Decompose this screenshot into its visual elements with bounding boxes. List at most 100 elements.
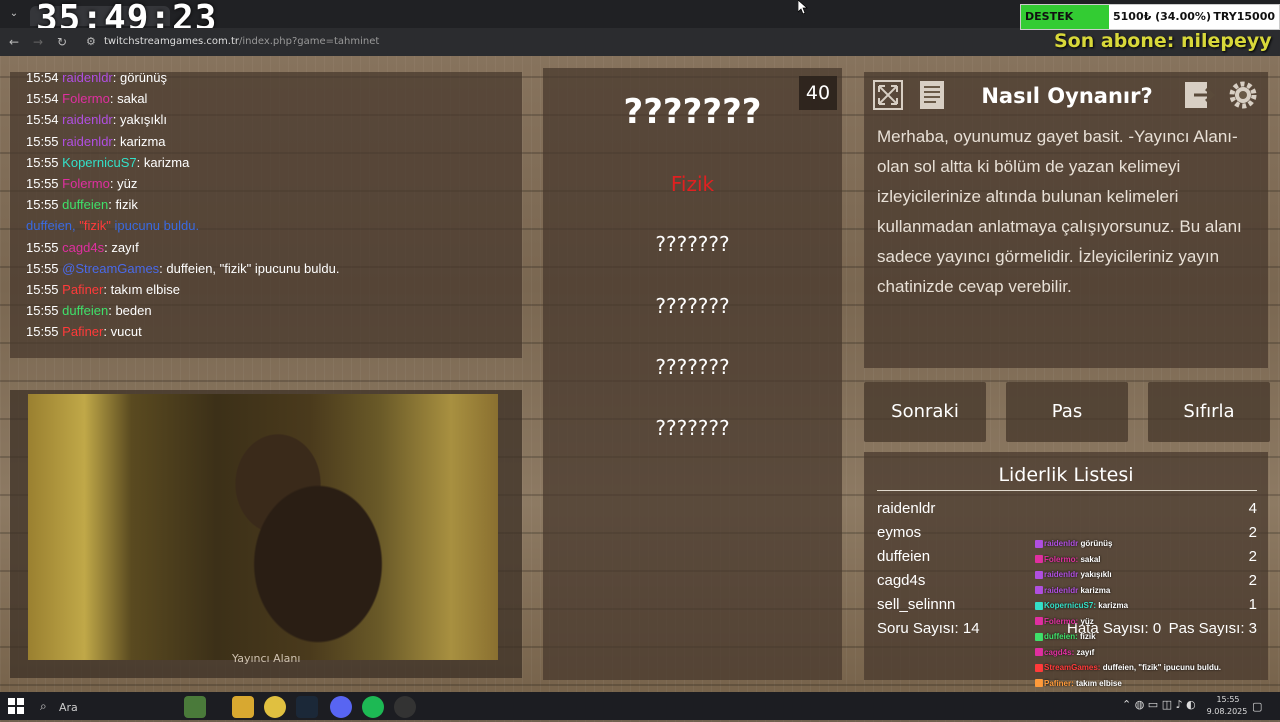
chat-message: 15:54 raidenldr: görünüş xyxy=(10,72,522,88)
chat-username[interactable]: Folermo xyxy=(62,91,110,106)
taskbar-search-box[interactable] xyxy=(34,694,164,718)
taskbar-search-placeholder: Ara xyxy=(59,701,78,714)
windows-start-icon[interactable] xyxy=(8,698,24,714)
search-icon: ⌕ xyxy=(40,699,47,714)
chat-text: sakal xyxy=(117,91,147,106)
steam-icon[interactable] xyxy=(296,696,318,718)
chat-username[interactable]: @StreamGames xyxy=(62,261,159,276)
overlay-chat-username: cagd4s: xyxy=(1044,648,1074,657)
exit-icon[interactable] xyxy=(1182,78,1216,112)
forward-arrow-icon[interactable]: → xyxy=(30,34,46,50)
overlay-chat-message: KopernicuS7: karizma xyxy=(1035,598,1275,614)
spotify-icon[interactable] xyxy=(362,696,384,718)
reset-button[interactable]: Sıfırla xyxy=(1148,382,1270,442)
overlay-chat-username: duffeien: xyxy=(1044,632,1078,641)
chat-timestamp: 15:54 xyxy=(26,72,59,85)
donation-label: DESTEK xyxy=(1025,10,1073,23)
overlay-chat-text: fizik xyxy=(1080,632,1096,641)
chat-timestamp: 15:55 xyxy=(26,261,59,276)
overlay-chat-text: görünüş xyxy=(1080,539,1112,548)
leaderboard-name: duffeien xyxy=(877,548,930,565)
reload-icon[interactable]: ↻ xyxy=(54,34,70,50)
fullscreen-icon[interactable] xyxy=(871,78,905,112)
mouse-cursor-icon xyxy=(798,0,808,14)
chat-username[interactable]: duffeien xyxy=(62,303,108,318)
taskbar-clock-time: 15:55 xyxy=(1210,695,1246,704)
overlay-chat-message: cagd4s: zayıf xyxy=(1035,645,1275,661)
overlay-chat-text: karizma xyxy=(1080,586,1110,595)
url-field[interactable]: twitchstreamgames.com.tr/index.php?game=… xyxy=(104,36,379,47)
obs-icon[interactable] xyxy=(394,696,416,718)
leaderboard-name: eymos xyxy=(877,524,921,541)
overlay-chat-username: KopernicuS7: xyxy=(1044,601,1096,610)
chat-message: 15:55 Pafiner: vucut xyxy=(10,321,522,342)
chat-message: 15:55 @StreamGames: duffeien, "fizik" ip… xyxy=(10,258,522,279)
system-tray[interactable]: ⌃ ◍ ▭ ◫ ♪ ◐ xyxy=(1122,698,1196,711)
document-icon[interactable] xyxy=(915,78,949,112)
chat-badge-icon xyxy=(1035,602,1043,610)
chat-timestamp: 15:54 xyxy=(26,112,59,127)
overlay-chat-username: Folermo: xyxy=(1044,555,1078,564)
chat-message: 15:55 KopernicuS7: karizma xyxy=(10,152,522,173)
overlay-chat-username: raidenldr xyxy=(1044,586,1078,595)
overlay-chat-message: raidenldr görünüş xyxy=(1035,536,1275,552)
chat-badge-icon xyxy=(1035,540,1043,548)
overlay-chat-message: raidenldr karizma xyxy=(1035,583,1275,599)
chat-timestamp: 15:55 xyxy=(26,134,59,149)
chat-badge-icon xyxy=(1035,633,1043,641)
chat-text: beden xyxy=(115,303,151,318)
settings-gear-icon[interactable] xyxy=(1226,78,1260,112)
chat-username[interactable]: raidenldr xyxy=(62,72,113,85)
chat-timestamp: 15:55 xyxy=(26,197,59,212)
chat-timestamp: 15:55 xyxy=(26,176,59,191)
chat-username[interactable]: Pafiner xyxy=(62,282,103,297)
chat-username[interactable]: raidenldr xyxy=(62,112,113,127)
overlay-chat-text: yakışıklı xyxy=(1080,570,1111,579)
chat-text: yakışıklı xyxy=(120,112,167,127)
chrome-icon[interactable] xyxy=(264,696,286,718)
overlay-chat-text: duffeien, "fizik" ipucunu buldu. xyxy=(1103,663,1221,672)
chat-username[interactable]: Pafiner xyxy=(62,324,103,339)
chat-badge-icon xyxy=(1035,664,1043,672)
overlay-chat-message: duffeien: fizik xyxy=(1035,629,1275,645)
overlay-chat-message: raidenldr yakışıklı xyxy=(1035,567,1275,583)
donation-goal-bar: DESTEK 5100₺ (34.00%) TRY15000 xyxy=(1020,4,1280,30)
chat-username[interactable]: KopernicuS7 xyxy=(62,155,136,170)
site-info-icon[interactable]: ⚙ xyxy=(86,35,96,48)
rules-title: Nasıl Oynanır? xyxy=(950,84,1184,108)
chat-username[interactable]: cagd4s xyxy=(62,240,104,255)
chat-badge-icon xyxy=(1035,648,1043,656)
notification-icon[interactable]: ▢ xyxy=(1252,700,1262,713)
chat-text: karizma xyxy=(144,155,190,170)
overlay-chat-message: Folermo: sakal xyxy=(1035,552,1275,568)
chat-text: duffeien, "fizik" ipucunu buldu. xyxy=(166,261,339,276)
overlay-chat-text: takım elbise xyxy=(1076,679,1122,688)
overlay-chat-username: raidenldr xyxy=(1044,539,1078,548)
chat-message: 15:54 Folermo: sakal xyxy=(10,88,522,109)
discord-icon[interactable] xyxy=(330,696,352,718)
chat-timestamp: 15:55 xyxy=(26,324,59,339)
overlay-chat-username: raidenldr xyxy=(1044,570,1078,579)
back-arrow-icon[interactable]: ← xyxy=(6,34,22,50)
webcam-label: Yayıncı Alanı xyxy=(232,652,300,665)
overlay-chat-text: yüz xyxy=(1080,617,1093,626)
chat-username[interactable]: duffeien xyxy=(62,197,108,212)
chat-text: takım elbise xyxy=(111,282,180,297)
next-button[interactable]: Sonraki xyxy=(864,382,986,442)
chat-username[interactable]: Folermo xyxy=(62,176,110,191)
chat-timestamp: 15:55 xyxy=(26,282,59,297)
overlay-chat-message: Folermo: yüz xyxy=(1035,614,1275,630)
overlay-chat-username: Pafiner: xyxy=(1044,679,1074,688)
chat-message: 15:55 duffeien: fizik xyxy=(10,194,522,215)
chat-username[interactable]: raidenldr xyxy=(62,134,113,149)
chat-message: 15:55 raidenldr: karizma xyxy=(10,131,522,152)
pass-button[interactable]: Pas xyxy=(1006,382,1128,442)
chat-text: görünüş xyxy=(120,72,167,85)
widgets-icon[interactable] xyxy=(184,696,206,718)
forbidden-word: ??????? xyxy=(543,232,842,256)
tab-search-icon[interactable]: ⌄ xyxy=(6,6,22,22)
forbidden-word: ??????? xyxy=(543,416,842,440)
chat-text: zayıf xyxy=(111,240,138,255)
donation-goal: TRY15000 xyxy=(1213,10,1275,23)
file-explorer-icon[interactable] xyxy=(232,696,254,718)
